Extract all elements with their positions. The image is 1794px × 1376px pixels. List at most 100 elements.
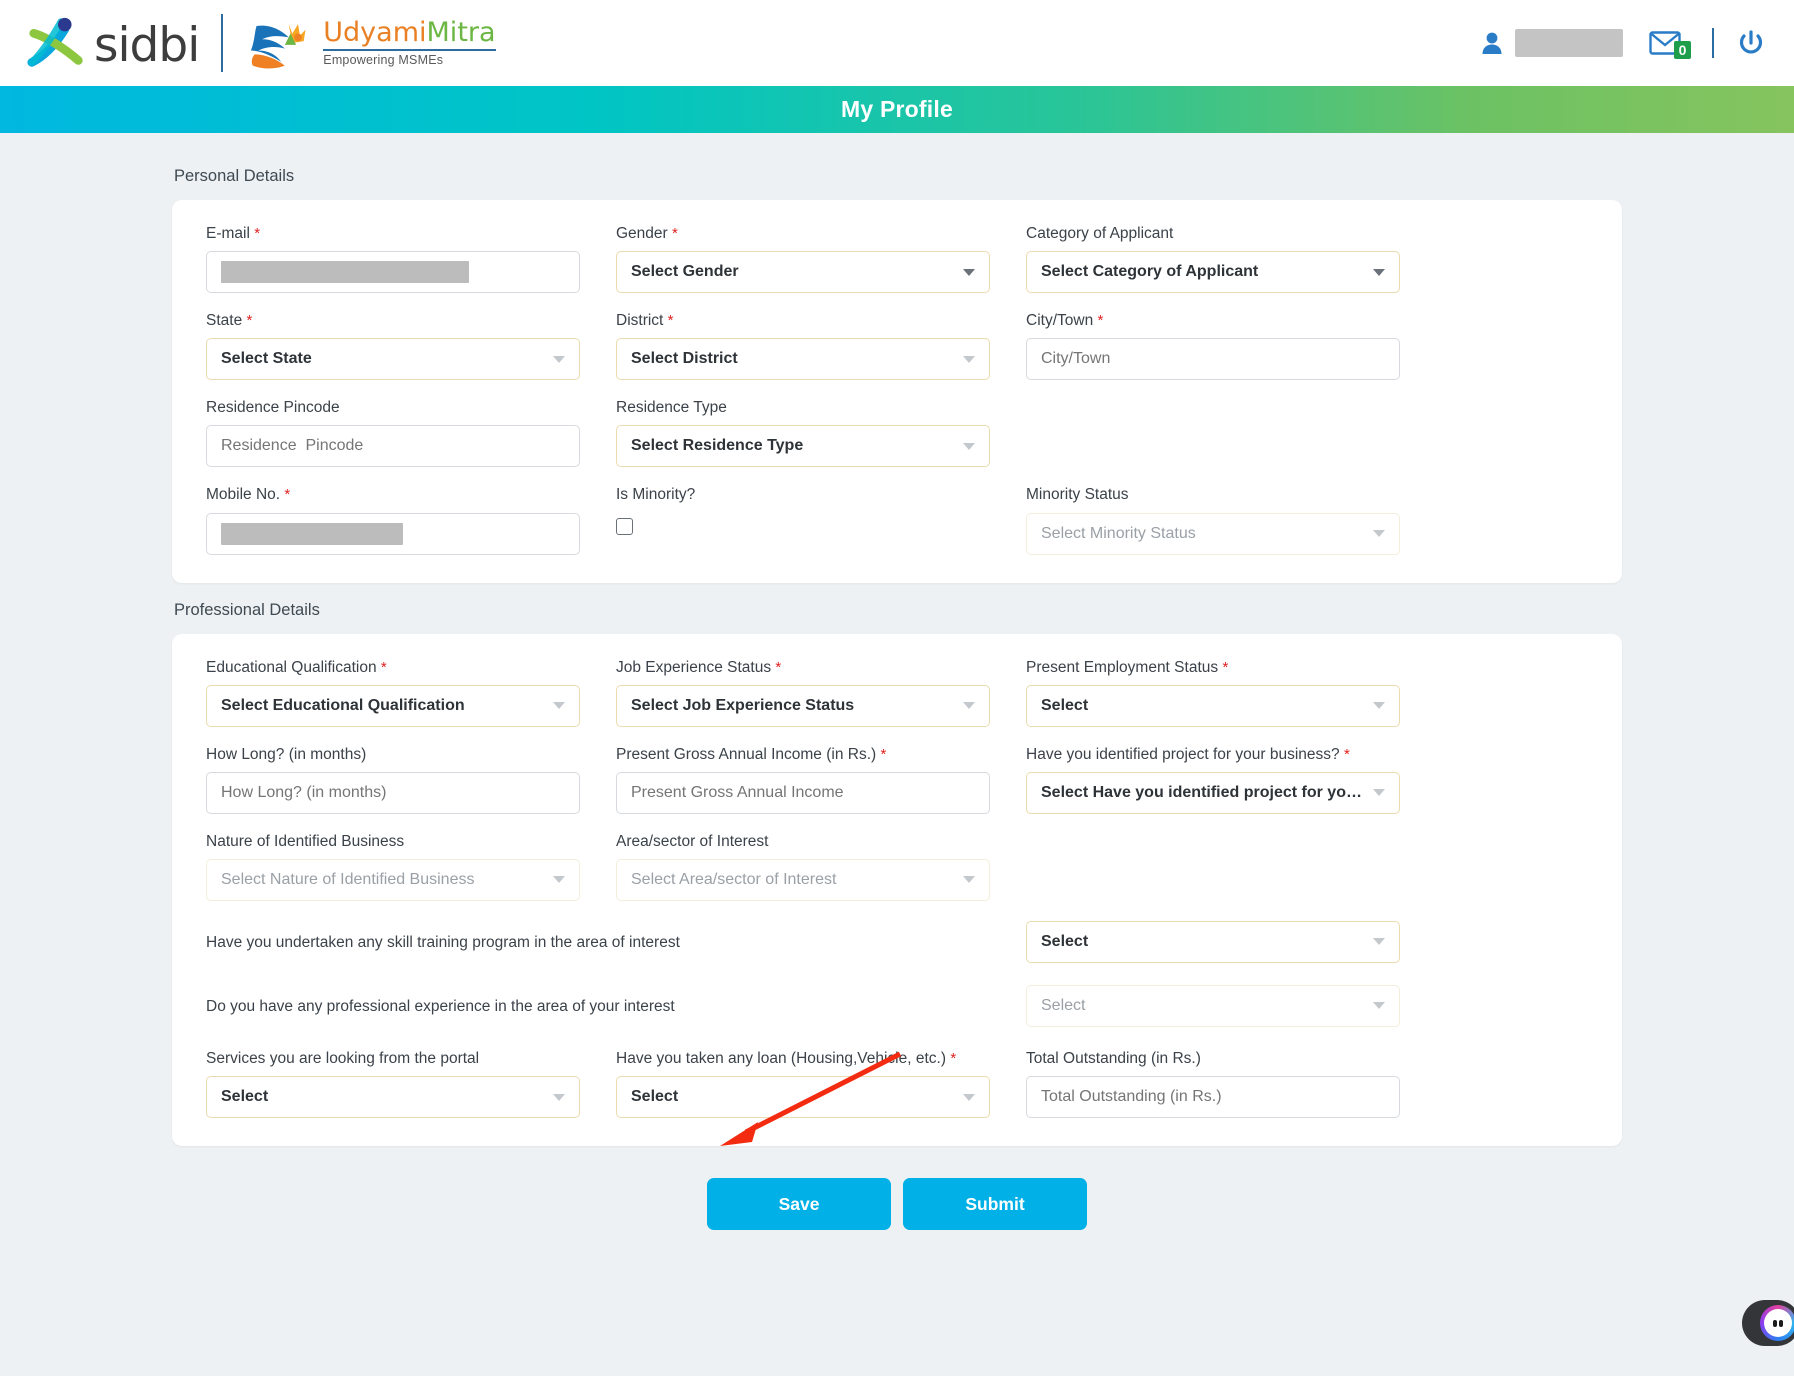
header-divider bbox=[1712, 28, 1714, 58]
chevron-down-icon bbox=[1373, 702, 1385, 710]
residence-type-select[interactable]: Select Residence Type bbox=[616, 425, 990, 468]
city-label: City/Town * bbox=[1026, 312, 1104, 330]
required-asterisk: * bbox=[284, 486, 291, 504]
education-select-value: Select Educational Qualification bbox=[221, 696, 465, 714]
is-minority-checkbox[interactable] bbox=[616, 517, 633, 535]
mitra-word: Mitra bbox=[426, 17, 496, 48]
city-input[interactable] bbox=[1026, 338, 1400, 381]
minority-status-select-value: Select Minority Status bbox=[1041, 524, 1196, 542]
person-icon bbox=[1482, 32, 1502, 54]
professional-row-5: Do you have any professional experience … bbox=[206, 984, 1588, 1027]
professional-row-3: Nature of Identified Business Select Nat… bbox=[206, 832, 1588, 901]
professional-experience-field-group: Select bbox=[1026, 984, 1400, 1027]
gender-select[interactable]: Select Gender bbox=[616, 251, 990, 294]
udyamimitra-wordmark: UdyamiMitra bbox=[323, 19, 495, 46]
outstanding-input[interactable] bbox=[1026, 1076, 1400, 1119]
loan-field-group: Have you taken any loan (Housing,Vehicle… bbox=[616, 1049, 990, 1119]
user-profile-chip[interactable] bbox=[1481, 29, 1623, 57]
email-field-group: E-mail * bbox=[206, 224, 580, 294]
city-field-group: City/Town * bbox=[1026, 311, 1400, 381]
chevron-down-icon bbox=[963, 442, 975, 450]
mail-unread-badge: 0 bbox=[1674, 41, 1691, 59]
chevron-down-icon bbox=[1373, 530, 1385, 538]
email-input[interactable] bbox=[206, 251, 580, 294]
employment-status-label: Present Employment Status * bbox=[1026, 658, 1229, 676]
page-title-bar: My Profile bbox=[0, 86, 1794, 133]
personal-row-2: State * Select State District * Select D… bbox=[206, 311, 1588, 381]
skill-training-field-group: Select bbox=[1026, 920, 1400, 963]
category-select[interactable]: Select Category of Applicant bbox=[1026, 251, 1400, 294]
services-select[interactable]: Select bbox=[206, 1076, 580, 1119]
personal-row-3: Residence Pincode Residence Type Select … bbox=[206, 398, 1588, 468]
services-field-group: Services you are looking from the portal… bbox=[206, 1049, 580, 1119]
employment-status-select[interactable]: Select bbox=[1026, 684, 1400, 727]
residence-type-select-value: Select Residence Type bbox=[631, 437, 804, 455]
district-select[interactable]: Select District bbox=[616, 338, 990, 381]
udyami-word: Udyami bbox=[323, 17, 427, 48]
brand-rule bbox=[323, 49, 496, 51]
is-minority-label: Is Minority? bbox=[616, 486, 696, 504]
mobile-input[interactable] bbox=[206, 512, 580, 555]
category-field-group: Category of Applicant Select Category of… bbox=[1026, 224, 1400, 294]
residence-type-field-group: Residence Type Select Residence Type bbox=[616, 398, 990, 468]
required-asterisk: * bbox=[246, 312, 253, 330]
loan-label: Have you taken any loan (Housing,Vehicle… bbox=[616, 1049, 957, 1067]
is-minority-field-group: Is Minority? bbox=[616, 485, 990, 554]
identified-project-select[interactable]: Select Have you identified project for y… bbox=[1026, 771, 1400, 814]
required-asterisk: * bbox=[1222, 658, 1229, 676]
chat-avatar-icon bbox=[1760, 1305, 1794, 1341]
professional-experience-select[interactable]: Select bbox=[1026, 984, 1400, 1027]
job-experience-select[interactable]: Select Job Experience Status bbox=[616, 684, 990, 727]
education-field-group: Educational Qualification * Select Educa… bbox=[206, 658, 580, 727]
job-experience-select-value: Select Job Experience Status bbox=[631, 696, 855, 714]
professional-row-4: Have you undertaken any skill training p… bbox=[206, 920, 1588, 963]
chat-widget-button[interactable] bbox=[1742, 1300, 1794, 1346]
skill-training-select-value: Select bbox=[1041, 932, 1089, 950]
residence-type-label: Residence Type bbox=[616, 399, 727, 417]
professional-row-1: Educational Qualification * Select Educa… bbox=[206, 658, 1588, 727]
chat-eye-left bbox=[1773, 1319, 1777, 1327]
brand-divider bbox=[221, 14, 224, 72]
power-icon[interactable] bbox=[1736, 28, 1766, 58]
form-actions: Save Submit bbox=[172, 1178, 1622, 1231]
pincode-input[interactable] bbox=[206, 425, 580, 468]
required-asterisk: * bbox=[950, 1049, 957, 1067]
submit-button[interactable]: Submit bbox=[903, 1178, 1087, 1231]
brand-tagline: Empowering MSMEs bbox=[323, 53, 444, 67]
outstanding-field-group: Total Outstanding (in Rs.) bbox=[1026, 1049, 1400, 1119]
minority-status-select[interactable]: Select Minority Status bbox=[1026, 512, 1400, 555]
chevron-down-icon bbox=[553, 702, 565, 710]
loan-select-value: Select bbox=[631, 1088, 679, 1106]
chevron-down-icon bbox=[963, 702, 975, 710]
education-select[interactable]: Select Educational Qualification bbox=[206, 684, 580, 727]
district-select-value: Select District bbox=[631, 350, 738, 368]
chevron-down-icon bbox=[553, 355, 565, 363]
mail-button[interactable]: 0 bbox=[1649, 31, 1698, 59]
education-label: Educational Qualification * bbox=[206, 658, 387, 676]
save-button[interactable]: Save bbox=[707, 1178, 891, 1231]
skill-training-select[interactable]: Select bbox=[1026, 920, 1400, 963]
job-experience-field-group: Job Experience Status * Select Job Exper… bbox=[616, 658, 990, 727]
sidbi-logo: sidbi bbox=[26, 12, 200, 74]
gender-label: Gender * bbox=[616, 225, 678, 242]
income-input[interactable] bbox=[616, 771, 990, 814]
area-interest-select[interactable]: Select Area/sector of Interest bbox=[616, 858, 990, 901]
job-experience-label: Job Experience Status * bbox=[616, 658, 782, 676]
chevron-down-icon bbox=[553, 1093, 565, 1101]
district-label: District * bbox=[616, 312, 674, 330]
state-select[interactable]: Select State bbox=[206, 338, 580, 381]
howlong-input[interactable] bbox=[206, 771, 580, 814]
professional-row-2: How Long? (in months) Present Gross Annu… bbox=[206, 745, 1588, 814]
chevron-down-icon bbox=[963, 876, 975, 884]
chevron-down-icon bbox=[1373, 938, 1385, 946]
udyamimitra-text: UdyamiMitra Empowering MSMEs bbox=[323, 19, 496, 67]
loan-select[interactable]: Select bbox=[616, 1076, 990, 1119]
required-asterisk: * bbox=[672, 225, 678, 242]
required-asterisk: * bbox=[1097, 312, 1104, 330]
chevron-down-icon bbox=[1373, 789, 1385, 797]
nature-business-select[interactable]: Select Nature of Identified Business bbox=[206, 858, 580, 901]
pincode-label: Residence Pincode bbox=[206, 399, 340, 417]
professional-details-card: Educational Qualification * Select Educa… bbox=[172, 633, 1622, 1147]
howlong-label: How Long? (in months) bbox=[206, 745, 367, 763]
income-label: Present Gross Annual Income (in Rs.) * bbox=[616, 745, 887, 763]
